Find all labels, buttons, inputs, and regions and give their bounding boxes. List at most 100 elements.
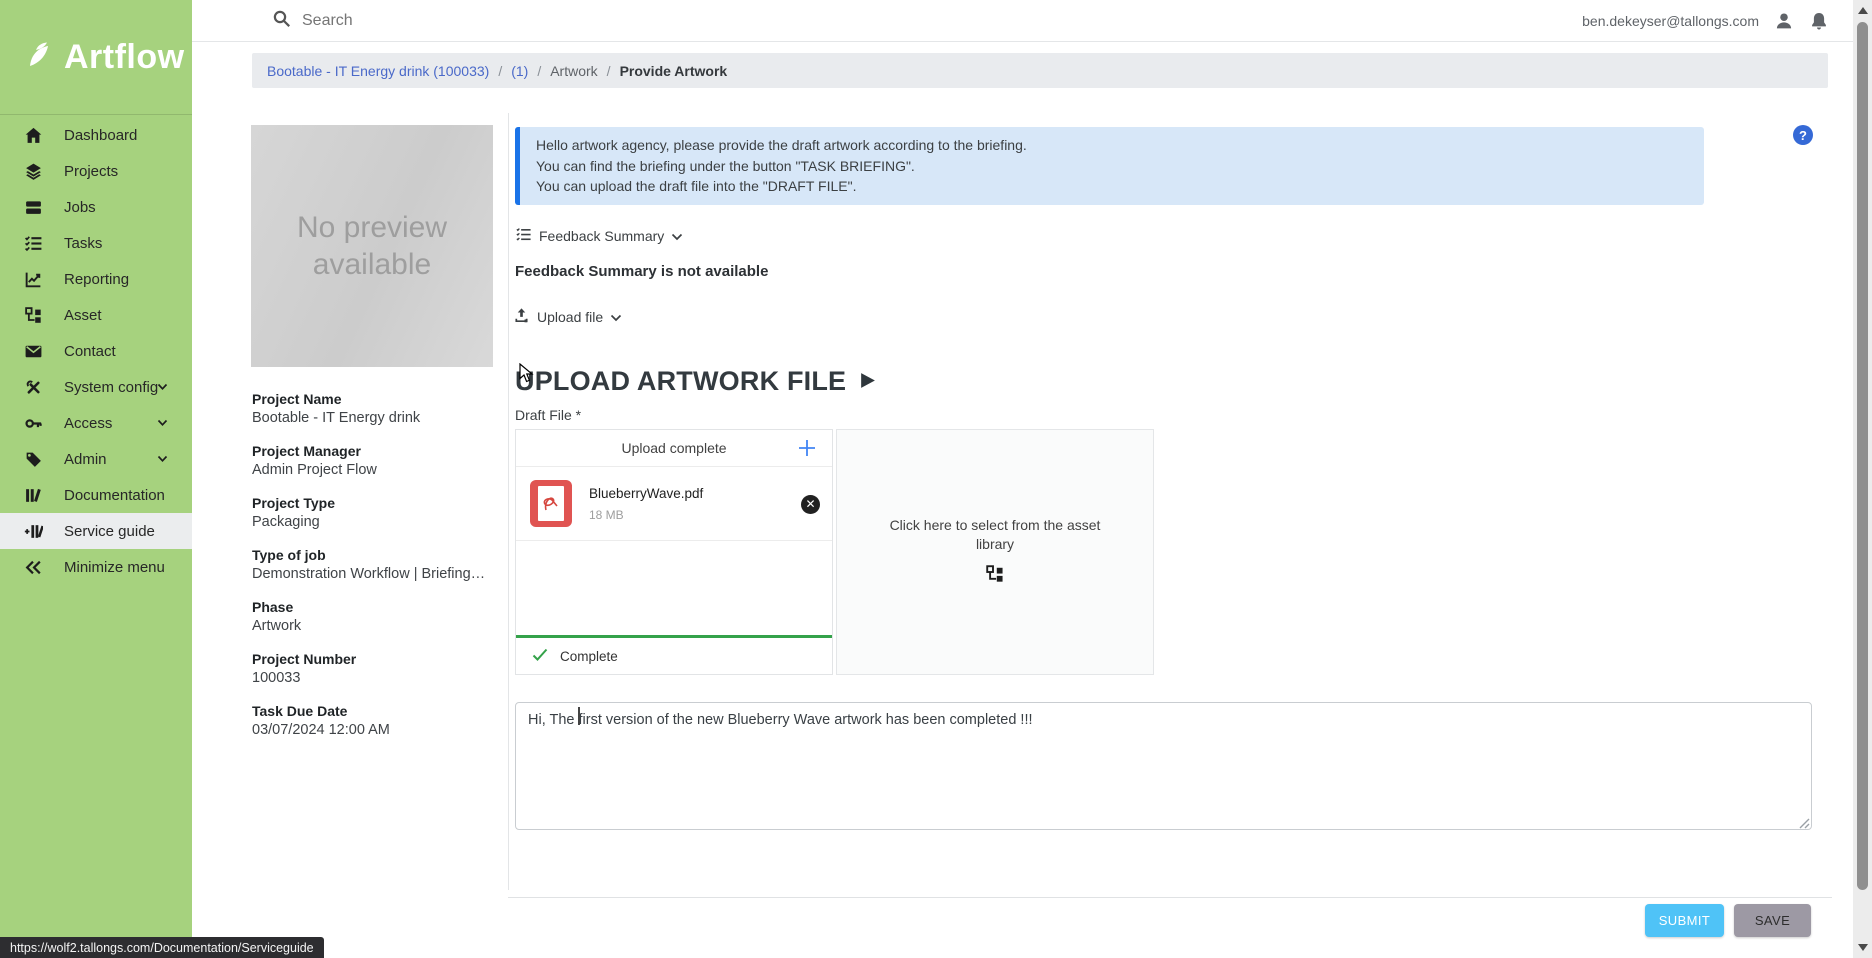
tools-icon xyxy=(24,378,43,397)
sidebar-item-admin[interactable]: Admin xyxy=(0,441,192,477)
sidebar-item-access[interactable]: Access xyxy=(0,405,192,441)
draft-file-label: Draft File * xyxy=(515,407,581,423)
sidebar-item-reporting[interactable]: Reporting xyxy=(0,261,192,297)
text-caret xyxy=(578,707,580,725)
user-icon[interactable] xyxy=(1774,11,1794,31)
check-icon xyxy=(532,648,548,665)
briefing-info-box: Hello artwork agency, please provide the… xyxy=(515,127,1704,205)
detail-phase: Phase Artwork xyxy=(252,598,502,636)
no-preview-text: No preview available xyxy=(292,209,452,283)
submit-button[interactable]: SUBMIT xyxy=(1645,904,1724,937)
breadcrumb-project-link[interactable]: Bootable - IT Energy drink (100033) xyxy=(267,63,489,79)
artwork-preview-placeholder: No preview available xyxy=(251,125,493,367)
asset-library-label: Click here to select from the asset libr… xyxy=(880,516,1110,554)
upload-complete-label: Complete xyxy=(560,649,618,664)
sidebar-item-documentation[interactable]: Documentation xyxy=(0,477,192,513)
sidebar-item-label: Documentation xyxy=(64,487,165,504)
tag-icon xyxy=(24,450,43,469)
home-icon xyxy=(24,126,43,145)
sidebar-item-service-guide[interactable]: Service guide xyxy=(0,513,192,549)
layers-icon xyxy=(24,162,43,181)
file-size: 18 MB xyxy=(589,508,624,522)
detail-project-number: Project Number 100033 xyxy=(252,650,502,688)
sidebar-item-minimize-menu[interactable]: Minimize menu xyxy=(0,549,192,585)
save-button[interactable]: SAVE xyxy=(1734,904,1811,937)
sidebar-item-label: Admin xyxy=(64,451,107,468)
detail-project-name: Project Name Bootable - IT Energy drink xyxy=(252,390,502,428)
section-title-text: UPLOAD ARTWORK FILE xyxy=(515,366,846,397)
app-screen: Artflow Dashboard Projects xyxy=(0,0,1872,958)
logo-text: Artflow xyxy=(64,38,185,77)
summary-list-icon xyxy=(515,226,532,246)
sidebar-item-label: Tasks xyxy=(64,235,102,252)
section-title: UPLOAD ARTWORK FILE xyxy=(515,366,877,397)
feedback-empty-message: Feedback Summary is not available xyxy=(515,263,768,280)
sidebar-item-label: Reporting xyxy=(64,271,129,288)
breadcrumb-separator: / xyxy=(537,63,541,79)
uploaded-file-row: BlueberryWave.pdf 18 MB ✕ xyxy=(516,467,832,541)
asset-library-picker[interactable]: Click here to select from the asset libr… xyxy=(836,429,1154,675)
sidebar-item-label: Asset xyxy=(64,307,102,324)
sidebar-item-label: Jobs xyxy=(64,199,96,216)
notifications-bell-icon[interactable] xyxy=(1809,11,1829,31)
upload-icon xyxy=(513,307,530,327)
scroll-up-arrow[interactable] xyxy=(1858,7,1868,14)
feedback-summary-label: Feedback Summary xyxy=(539,228,664,244)
scroll-down-arrow[interactable] xyxy=(1858,944,1868,951)
chevron-down-icon xyxy=(157,419,168,427)
scrollbar-thumb[interactable] xyxy=(1857,22,1868,890)
help-button[interactable]: ? xyxy=(1793,125,1813,145)
topbar-right: ben.dekeyser@tallongs.com xyxy=(1582,0,1829,42)
file-name[interactable]: BlueberryWave.pdf xyxy=(589,486,703,501)
uploader-footer: Complete xyxy=(516,638,832,674)
breadcrumb: Bootable - IT Energy drink (100033) / (1… xyxy=(252,53,1828,88)
file-uploader-panel: Upload complete BlueberryWave.pdf 18 MB … xyxy=(515,429,833,675)
comment-textarea[interactable]: Hi, The first version of the new Blueber… xyxy=(515,702,1812,830)
leaf-logo-icon xyxy=(24,40,54,75)
detail-type-of-job: Type of job Demonstration Workflow | Bri… xyxy=(252,546,502,584)
app-logo[interactable]: Artflow xyxy=(0,0,192,115)
page-scrollbar[interactable] xyxy=(1853,0,1872,958)
comment-text: Hi, The first version of the new Blueber… xyxy=(528,712,1033,728)
upload-file-toggle[interactable]: Upload file xyxy=(513,307,622,327)
breadcrumb-current-page: Provide Artwork xyxy=(620,63,728,79)
sidebar-item-label: Minimize menu xyxy=(64,559,165,576)
chart-icon xyxy=(24,270,43,289)
sidebar-item-system-config[interactable]: System config xyxy=(0,369,192,405)
asset-tree-icon xyxy=(985,564,1005,589)
upload-status-text: Upload complete xyxy=(621,440,726,456)
library-icon xyxy=(24,486,43,505)
pdf-file-icon xyxy=(530,480,572,527)
asset-tree-icon xyxy=(24,306,43,325)
key-icon xyxy=(24,414,43,433)
feedback-summary-toggle[interactable]: Feedback Summary xyxy=(515,226,683,246)
remove-file-button[interactable]: ✕ xyxy=(801,495,820,514)
sidebar-item-jobs[interactable]: Jobs xyxy=(0,189,192,225)
checklist-icon xyxy=(24,234,43,253)
play-icon xyxy=(858,366,877,397)
form-divider-line xyxy=(508,113,509,890)
user-email: ben.dekeyser@tallongs.com xyxy=(1582,13,1759,29)
sidebar-item-projects[interactable]: Projects xyxy=(0,153,192,189)
question-mark-icon: ? xyxy=(1799,128,1807,143)
mail-icon xyxy=(24,342,43,361)
sidebar-item-asset[interactable]: Asset xyxy=(0,297,192,333)
sidebar-item-contact[interactable]: Contact xyxy=(0,333,192,369)
upload-file-label: Upload file xyxy=(537,309,603,325)
add-file-button[interactable] xyxy=(794,435,820,461)
breadcrumb-job-link[interactable]: (1) xyxy=(511,63,528,79)
sidebar-item-dashboard[interactable]: Dashboard xyxy=(0,117,192,153)
sidebar: Artflow Dashboard Projects xyxy=(0,0,192,958)
search-input[interactable] xyxy=(302,12,722,30)
detail-project-manager: Project Manager Admin Project Flow xyxy=(252,442,502,480)
sidebar-item-label: Access xyxy=(64,415,112,432)
topbar: ben.dekeyser@tallongs.com xyxy=(192,0,1853,42)
search-bar[interactable] xyxy=(272,0,722,42)
sidebar-item-tasks[interactable]: Tasks xyxy=(0,225,192,261)
breadcrumb-separator: / xyxy=(498,63,502,79)
project-details: Project Name Bootable - IT Energy drink … xyxy=(252,390,502,754)
jobs-icon xyxy=(24,198,43,217)
sidebar-item-label: Contact xyxy=(64,343,116,360)
chevron-down-icon xyxy=(610,309,622,325)
resize-handle-icon[interactable] xyxy=(1798,816,1810,828)
